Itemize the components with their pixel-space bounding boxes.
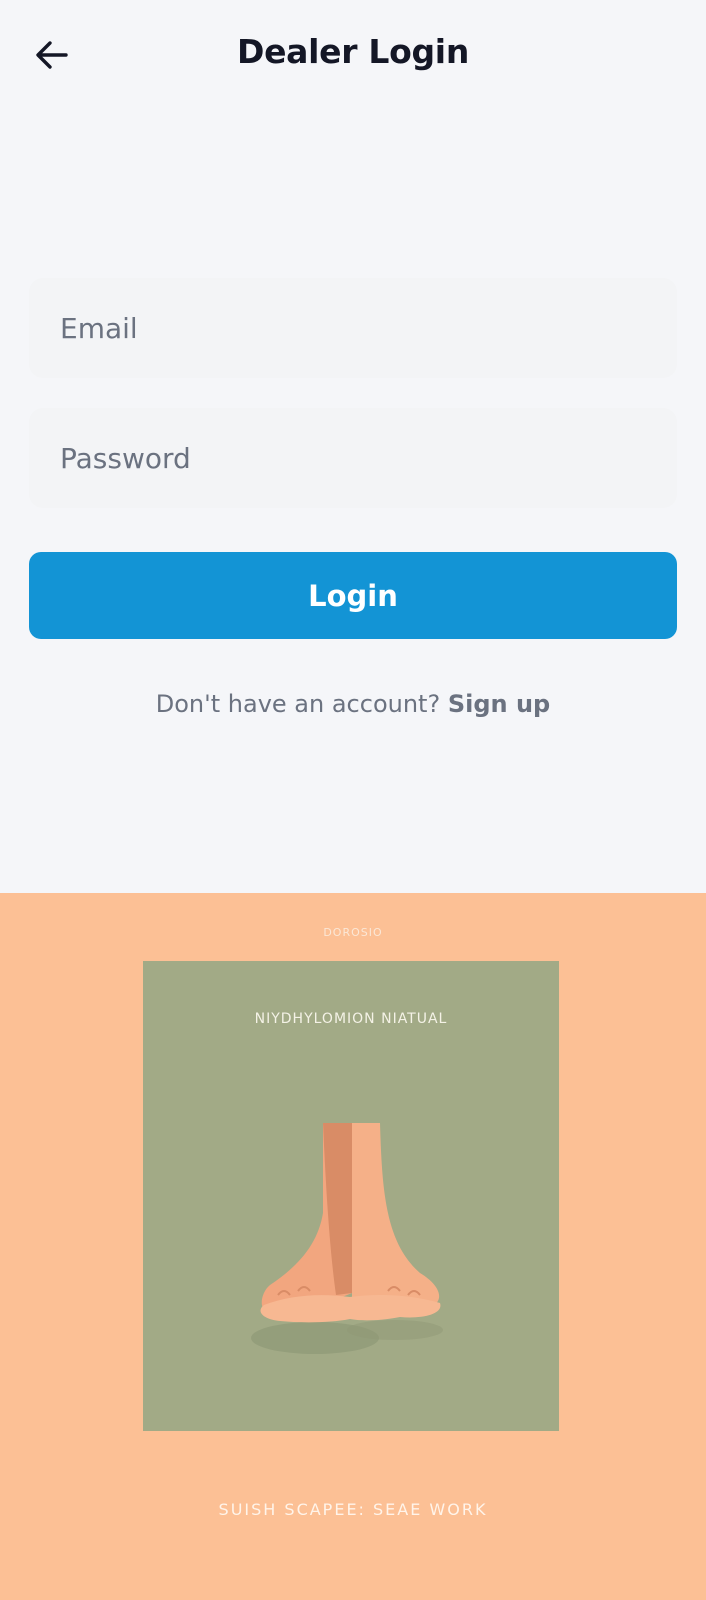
signup-prompt: Don't have an account? Sign up [0, 690, 706, 718]
artwork-inner-text: NIYDHYLOMION NIATUAL [254, 1011, 448, 1027]
email-input[interactable] [58, 310, 677, 346]
artwork-top-text: DOROSIO [323, 926, 383, 939]
email-field[interactable] [29, 278, 677, 378]
dealer-login-screen: Dealer Login Login Don't have an account… [0, 0, 706, 1600]
promo-artwork [0, 893, 706, 1600]
password-field[interactable] [29, 408, 677, 508]
signup-link[interactable]: Sign up [448, 690, 550, 718]
password-input[interactable] [58, 440, 677, 476]
artwork-bottom-text: SUISH SCAPEE: SEAE WORK [218, 1500, 488, 1519]
signup-prompt-text: Don't have an account? [155, 690, 448, 718]
app-header: Dealer Login [0, 0, 706, 110]
login-button[interactable]: Login [29, 552, 677, 639]
page-title: Dealer Login [236, 32, 470, 71]
